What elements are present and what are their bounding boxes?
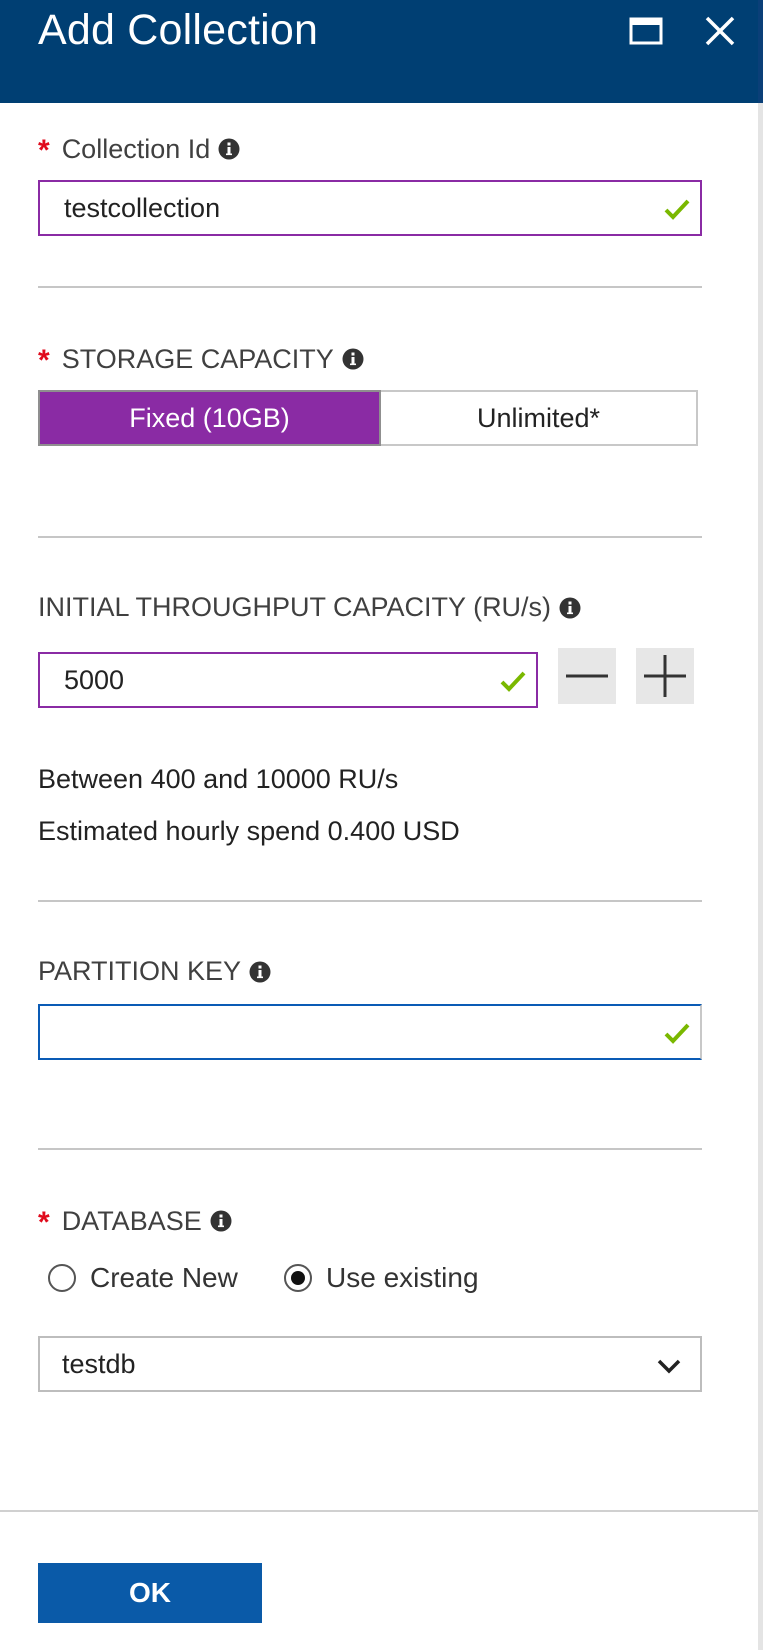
partition-key-input[interactable] <box>40 1006 700 1058</box>
footer-divider <box>0 1510 758 1512</box>
radio-create-new[interactable]: Create New <box>48 1258 238 1298</box>
throughput-label: INITIAL THROUGHPUT CAPACITY (RU/s) <box>38 592 552 622</box>
checkmark-icon <box>664 199 690 220</box>
info-icon[interactable] <box>559 597 581 619</box>
radio-button-unselected[interactable] <box>48 1264 76 1292</box>
storage-capacity-toggle: Fixed (10GB) Unlimited* <box>38 390 698 446</box>
required-marker: * <box>38 1206 50 1239</box>
radio-create-new-label: Create New <box>90 1262 238 1293</box>
increase-throughput-button[interactable] <box>636 648 694 704</box>
storage-capacity-label-row: * STORAGE CAPACITY <box>38 342 364 377</box>
maximize-icon <box>629 17 663 45</box>
throughput-label-row: INITIAL THROUGHPUT CAPACITY (RU/s) <box>38 592 581 623</box>
database-label: DATABASE <box>61 1205 202 1236</box>
info-icon[interactable] <box>210 1210 232 1232</box>
throughput-field[interactable] <box>38 652 538 708</box>
database-label-row: * DATABASE <box>38 1204 232 1239</box>
panel-header: Add Collection <box>0 0 758 103</box>
divider <box>38 900 702 902</box>
chevron-down-icon <box>657 1359 681 1374</box>
maximize-button[interactable] <box>620 8 672 54</box>
database-select-value: testdb <box>62 1348 136 1379</box>
partition-key-label-row: PARTITION KEY <box>38 956 271 987</box>
divider <box>38 286 702 288</box>
info-icon[interactable] <box>218 138 240 160</box>
collection-id-input[interactable] <box>40 182 700 234</box>
radio-button-selected[interactable] <box>284 1264 312 1292</box>
checkmark-icon <box>664 1023 690 1044</box>
close-icon <box>705 16 735 46</box>
panel-edge-top <box>758 0 763 103</box>
close-button[interactable] <box>694 8 746 54</box>
radio-selected-dot <box>291 1271 305 1285</box>
plus-icon <box>644 655 686 697</box>
storage-option-fixed[interactable]: Fixed (10GB) <box>38 390 381 446</box>
add-collection-panel: Add Collection * Collection Id * STORAGE… <box>0 0 758 1650</box>
info-icon[interactable] <box>342 348 364 370</box>
estimated-spend-text: Estimated hourly spend 0.400 USD <box>38 816 460 846</box>
collection-id-label: Collection Id <box>61 133 211 164</box>
storage-capacity-label: STORAGE CAPACITY <box>61 343 334 374</box>
divider <box>38 536 702 538</box>
ok-button[interactable]: OK <box>38 1563 262 1623</box>
database-select[interactable]: testdb <box>38 1336 702 1392</box>
required-marker: * <box>38 134 50 167</box>
required-marker: * <box>38 344 50 377</box>
throughput-range-text: Between 400 and 10000 RU/s <box>38 764 399 794</box>
storage-option-unlimited[interactable]: Unlimited* <box>381 390 698 446</box>
info-icon[interactable] <box>249 961 271 983</box>
radio-use-existing[interactable]: Use existing <box>284 1258 479 1298</box>
minus-icon <box>566 674 608 678</box>
collection-id-label-row: * Collection Id <box>38 132 240 167</box>
panel-title: Add Collection <box>38 6 319 54</box>
radio-use-existing-label: Use existing <box>326 1262 479 1293</box>
throughput-input[interactable] <box>40 654 536 706</box>
divider <box>38 1148 702 1150</box>
partition-key-field[interactable] <box>38 1004 702 1060</box>
panel-edge <box>758 0 763 1650</box>
decrease-throughput-button[interactable] <box>558 648 616 704</box>
checkmark-icon <box>500 671 526 692</box>
partition-key-label: PARTITION KEY <box>38 956 242 986</box>
collection-id-field[interactable] <box>38 180 702 236</box>
